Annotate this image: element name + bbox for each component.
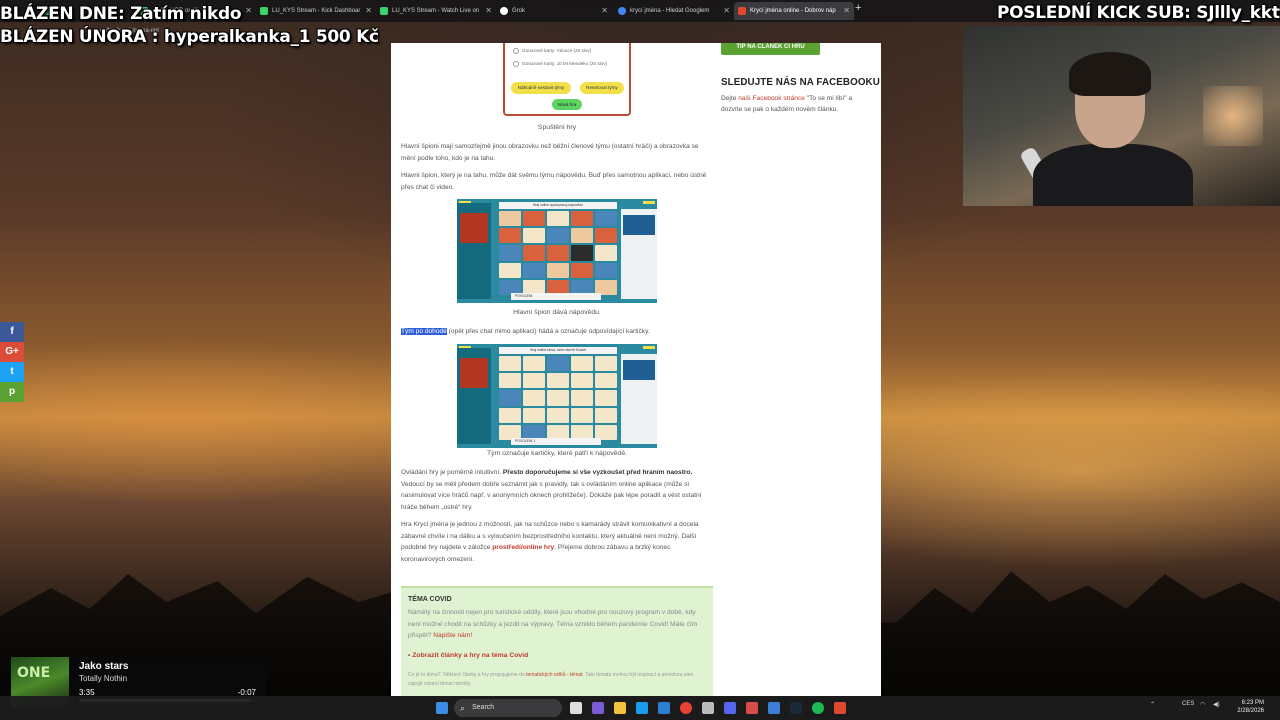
clock[interactable]: 6:23 PM 2/28/2026: [1228, 699, 1264, 715]
discord-icon[interactable]: [724, 702, 736, 714]
language-indicator[interactable]: CES: [1182, 701, 1194, 707]
close-icon[interactable]: ✕: [365, 2, 372, 20]
covid-description: Náměty na činnosti nejen pro turistické …: [408, 609, 698, 639]
close-icon[interactable]: ✕: [245, 2, 252, 20]
write-us-link[interactable]: Napište nám!: [433, 632, 472, 639]
grok-icon: [500, 7, 508, 15]
app-icon[interactable]: [702, 702, 714, 714]
facebook-share-button[interactable]: f: [0, 322, 24, 342]
overlay-last-sub: POSLEDNÍ KICK SUB: SJllly_kkt: [997, 3, 1280, 23]
browser-tab[interactable]: LU_KYS Stream - Watch Live on ✕: [376, 2, 496, 20]
print-button[interactable]: p: [0, 382, 24, 402]
taskbar-search[interactable]: ⌕ Search: [454, 699, 562, 717]
store-icon[interactable]: [658, 702, 670, 714]
twitter-share-button[interactable]: t: [0, 362, 24, 382]
chrome-icon[interactable]: [680, 702, 692, 714]
browser-tab[interactable]: Grok ✕: [496, 2, 612, 20]
random-teams-button: Náhodně sestavit týmy: [511, 82, 571, 94]
spotify-icon[interactable]: [812, 702, 824, 714]
paragraph: Ovládání hry je poměrně intuitivní. Přes…: [401, 469, 702, 511]
covid-articles-link[interactable]: • Zobrazit články a hry na téma Covid: [408, 652, 706, 659]
app-icon[interactable]: [834, 702, 846, 714]
google-plus-share-button[interactable]: G+: [0, 342, 24, 362]
volume-icon[interactable]: ◀): [1213, 701, 1220, 708]
caption: Hlavní špion dává nápovědu.: [513, 309, 601, 316]
game-setup-screenshot: Gonuzové karty: Vánoce (20 slov) Gonuzov…: [503, 43, 631, 116]
overlay-fool-of-month: BLÁZEN ÚNORA : hyperalkanka_1 500 Kč: [0, 27, 379, 47]
tip-article-button[interactable]: TIP NA ČLÁNEK ČI HRU: [721, 43, 820, 55]
browser-tab[interactable]: LU_KYS Stream - Kick Dashboar ✕: [256, 2, 376, 20]
file-explorer-icon[interactable]: [614, 702, 626, 714]
close-icon[interactable]: ✕: [723, 2, 730, 20]
covid-footnote: Co je to téma?. Některé články a hry pro…: [408, 671, 694, 687]
reset-teams-button: Resetovat týmy: [580, 82, 624, 94]
bonus-option-1: Gonuzové karty: Vánoce (20 slov): [513, 48, 591, 54]
close-icon[interactable]: ✕: [485, 2, 492, 20]
covid-title: TÉMA COVID: [408, 596, 452, 603]
caption: Spuštění hry: [537, 124, 577, 131]
taskbar: ⌕ Search ⌃ CES ◠ ◀) 6:23 PM 2/28/2026: [0, 696, 1280, 720]
paragraph: Hra Krycí jména je jednou z možností, ja…: [401, 521, 699, 563]
facebook-text: Dejte naší Facebook stránce "To se mi lí…: [721, 95, 853, 113]
facebook-page-link[interactable]: naší Facebook stránce: [738, 95, 805, 102]
app-icon[interactable]: [746, 702, 758, 714]
search-icon: ⌕: [460, 703, 466, 713]
edge-icon[interactable]: [636, 702, 648, 714]
paragraph-with-selection: Tým po dohodě (opět přes chat mimo aplik…: [401, 328, 650, 335]
bonus-option-2: Gonuzové karty: 10 let Mendeku (20 slov): [513, 61, 607, 67]
site-favicon-icon: [738, 7, 746, 15]
browser-tab-active[interactable]: Krycí jména online - Dobrov náp ✕: [734, 2, 854, 20]
webcam-feed: [963, 26, 1280, 206]
game-screenshot-team-guess: Hraj online slova, nebo otevřít 5 karet …: [457, 344, 657, 448]
webpage: Gonuzové karty: Vánoce (20 slov) Gonuzov…: [391, 43, 881, 696]
steam-icon[interactable]: [790, 702, 802, 714]
online-games-link[interactable]: prostředí/online hry: [492, 544, 554, 551]
track-artist: Totally Nothin: [79, 674, 128, 683]
kick-icon: [260, 7, 268, 15]
wifi-icon[interactable]: ◠: [1200, 701, 1205, 708]
caption: Tým označuje kartičky, které patří k náp…: [486, 450, 628, 457]
chevron-up-icon[interactable]: ⌃: [1150, 701, 1155, 708]
app-icon[interactable]: [768, 702, 780, 714]
facebook-heading: SLEDUJTE NÁS NA FACEBOOKU: [721, 77, 880, 88]
paragraph: Hlavní špion, který je na tahu, může dát…: [401, 172, 707, 191]
track-title: Jako stars: [79, 661, 129, 672]
covid-topic-box: TÉMA COVID Náměty na činnosti nejen pro …: [401, 586, 713, 696]
new-game-button: Nová hra: [552, 99, 582, 110]
close-icon[interactable]: ✕: [601, 2, 608, 20]
copilot-icon[interactable]: [592, 702, 604, 714]
close-icon[interactable]: ✕: [843, 2, 850, 20]
google-icon: [618, 7, 626, 15]
overlay-fool-of-day: BLÁZEN DNE: Zatím nikdo: [0, 4, 242, 24]
game-screenshot-spymaster: Hraj online spolupracuj nápovědu POVOLEN…: [457, 199, 657, 303]
selected-text[interactable]: Tým po dohodě: [401, 328, 447, 335]
new-tab-button[interactable]: +: [855, 2, 861, 14]
kick-icon: [380, 7, 388, 15]
windows-start-icon[interactable]: [436, 702, 448, 714]
topics-link[interactable]: tematických celků - témat: [526, 672, 582, 678]
task-view-icon[interactable]: [570, 702, 582, 714]
browser-tab[interactable]: krycí jména - Hledat Googlem ✕: [614, 2, 734, 20]
paragraph: Hlavní špioni mají samozřejmě jinou obra…: [401, 143, 699, 162]
